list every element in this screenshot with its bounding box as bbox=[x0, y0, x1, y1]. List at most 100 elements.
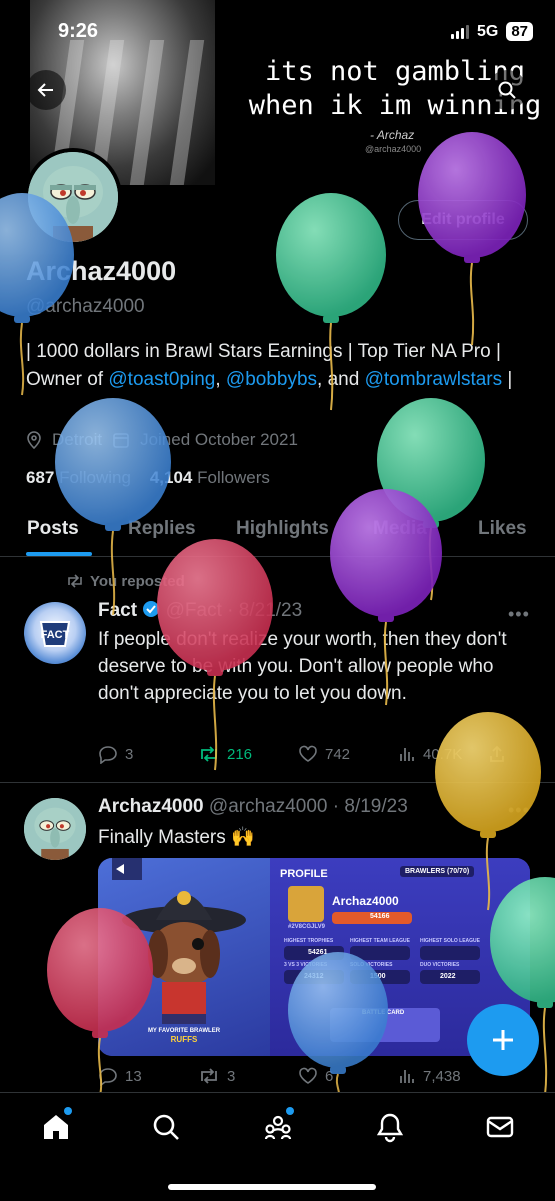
post-date[interactable]: 8/19/23 bbox=[344, 796, 407, 817]
post-header: Archaz4000 @archaz4000 · 8/19/23 bbox=[98, 796, 408, 818]
profile-display-name: Archaz4000 bbox=[26, 256, 177, 286]
repost-icon bbox=[201, 1068, 217, 1084]
repost-icon bbox=[201, 746, 217, 762]
post-media-image[interactable]: MY FAVORITE BRAWLER RUFFS PROFILE BRAWLE… bbox=[98, 858, 530, 1056]
profile-location: Detroit bbox=[52, 430, 103, 449]
communities-notification-dot bbox=[286, 1107, 294, 1115]
fact-avatar-image: FACT bbox=[39, 621, 71, 647]
post-text: Finally Masters 🙌 bbox=[98, 827, 255, 848]
plus-icon bbox=[493, 1030, 513, 1050]
repost-button[interactable]: 216 bbox=[198, 744, 298, 764]
game-highest-solo-label: HIGHEST SOLO LEAGUE bbox=[420, 938, 481, 944]
profile-bio: | 1000 dollars in Brawl Stars Earnings |… bbox=[26, 338, 536, 394]
game-highest-team-label: HIGHEST TEAM LEAGUE bbox=[350, 938, 411, 944]
game-3v3-value: 24312 bbox=[304, 973, 324, 980]
post-author-avatar[interactable]: FACT bbox=[24, 602, 86, 664]
ruffs-brawler-image: MY FAVORITE BRAWLER RUFFS bbox=[112, 858, 246, 1044]
squidward-avatar-image bbox=[24, 798, 86, 860]
following-link[interactable]: 687 Following bbox=[26, 468, 131, 487]
like-count: 742 bbox=[325, 745, 351, 763]
repost-button[interactable]: 3 bbox=[198, 1066, 298, 1086]
bio-separator: , and bbox=[317, 369, 365, 390]
views-chart-icon bbox=[400, 1070, 414, 1083]
messages-envelope-icon[interactable] bbox=[484, 1111, 516, 1143]
home-notification-dot bbox=[64, 1107, 72, 1115]
post-author-avatar[interactable] bbox=[24, 798, 86, 860]
tab-highlights[interactable]: Highlights bbox=[236, 518, 329, 540]
like-count: 6 bbox=[325, 1067, 334, 1085]
views-chart-icon bbox=[400, 748, 414, 761]
svg-text:FACT: FACT bbox=[41, 629, 70, 641]
view-count: 7,438 bbox=[423, 1067, 461, 1085]
game-stat-card bbox=[350, 946, 410, 960]
game-highest-trophies-label: HIGHEST TROPHIES bbox=[284, 938, 334, 944]
game-player-name: Archaz4000 bbox=[332, 894, 399, 908]
game-battle-card-label: BATTLE CARD bbox=[362, 1010, 405, 1016]
post-author-handle[interactable]: @archaz4000 bbox=[209, 796, 328, 817]
repost-indicator: You reposted bbox=[66, 573, 185, 590]
post-author-name[interactable]: Archaz4000 bbox=[98, 796, 204, 817]
favorite-brawler-name: RUFFS bbox=[171, 1035, 198, 1044]
post-date-separator: · bbox=[221, 600, 239, 621]
back-arrow-icon bbox=[37, 83, 53, 97]
favorite-brawler-label: MY FAVORITE BRAWLER bbox=[148, 1028, 221, 1034]
bio-mention-bobbybs[interactable]: @bobbybs bbox=[226, 369, 317, 390]
repost-count: 3 bbox=[227, 1067, 236, 1085]
communities-icon[interactable] bbox=[262, 1111, 294, 1143]
followers-link[interactable]: 4,104 Followers bbox=[150, 468, 270, 487]
post-author-name[interactable]: Fact bbox=[98, 600, 137, 621]
share-icon bbox=[490, 745, 504, 762]
back-button[interactable] bbox=[26, 70, 66, 110]
network-label: 5G bbox=[476, 22, 499, 40]
views-button[interactable]: 40.7K bbox=[398, 744, 488, 764]
game-highest-trophies: 54261 bbox=[308, 949, 328, 956]
banner-quote-author: - Archaz bbox=[370, 128, 415, 142]
post-more-icon[interactable]: ••• bbox=[508, 800, 530, 821]
profile-joined-date: Joined October 2021 bbox=[140, 430, 298, 449]
home-icon[interactable] bbox=[40, 1111, 72, 1143]
search-icon[interactable] bbox=[150, 1111, 182, 1143]
post-date[interactable]: 8/21/23 bbox=[239, 600, 302, 621]
profile-avatar[interactable] bbox=[24, 148, 122, 246]
search-icon bbox=[498, 81, 516, 99]
tab-media[interactable]: Media bbox=[373, 518, 427, 540]
views-button[interactable]: 7,438 bbox=[398, 1066, 488, 1086]
reply-count: 3 bbox=[125, 745, 134, 763]
tab-likes[interactable]: Likes bbox=[478, 518, 527, 540]
notifications-bell-icon[interactable] bbox=[374, 1111, 406, 1143]
repost-label: You reposted bbox=[90, 573, 185, 590]
status-time: 9:26 bbox=[58, 20, 99, 42]
game-trophies: 54166 bbox=[370, 913, 390, 920]
game-duo-value: 2022 bbox=[440, 973, 456, 980]
profile-tabs: Posts Replies Highlights Media Likes bbox=[0, 504, 555, 557]
game-3v3-label: 3 VS 3 VICTORIES bbox=[284, 962, 328, 968]
profile-handle: @archaz4000 bbox=[26, 296, 145, 317]
tab-posts[interactable]: Posts bbox=[27, 518, 79, 540]
favorite-brawler-panel: MY FAVORITE BRAWLER RUFFS bbox=[98, 858, 270, 1056]
bio-end: | bbox=[502, 369, 513, 390]
reply-icon bbox=[99, 746, 117, 764]
location-pin-icon bbox=[27, 431, 41, 449]
reply-button[interactable]: 13 bbox=[98, 1066, 198, 1086]
tab-replies[interactable]: Replies bbox=[128, 518, 196, 540]
bio-mention-toast0ping[interactable]: @toast0ping bbox=[108, 369, 215, 390]
search-button[interactable] bbox=[487, 70, 527, 110]
post-more-icon[interactable]: ••• bbox=[508, 604, 530, 625]
reply-button[interactable]: 3 bbox=[98, 744, 198, 764]
like-button[interactable]: 742 bbox=[298, 744, 398, 764]
verified-badge-icon bbox=[143, 601, 160, 617]
signal-icon bbox=[450, 24, 469, 39]
status-indicators: 5G 87 bbox=[450, 22, 533, 41]
like-button[interactable]: 6 bbox=[298, 1066, 398, 1086]
heart-icon bbox=[299, 745, 317, 762]
game-stat-card bbox=[420, 946, 480, 960]
share-button[interactable] bbox=[488, 744, 506, 764]
compose-post-button[interactable] bbox=[467, 1004, 539, 1076]
bio-mention-tombrawlstars[interactable]: @tombrawlstars bbox=[365, 369, 503, 390]
squidward-avatar-image bbox=[28, 152, 118, 242]
repost-icon bbox=[68, 574, 82, 588]
repost-count: 216 bbox=[227, 745, 253, 763]
edit-profile-button[interactable]: Edit profile bbox=[398, 200, 528, 240]
bio-separator: , bbox=[215, 369, 226, 390]
post-author-handle[interactable]: @Fact bbox=[166, 600, 222, 621]
